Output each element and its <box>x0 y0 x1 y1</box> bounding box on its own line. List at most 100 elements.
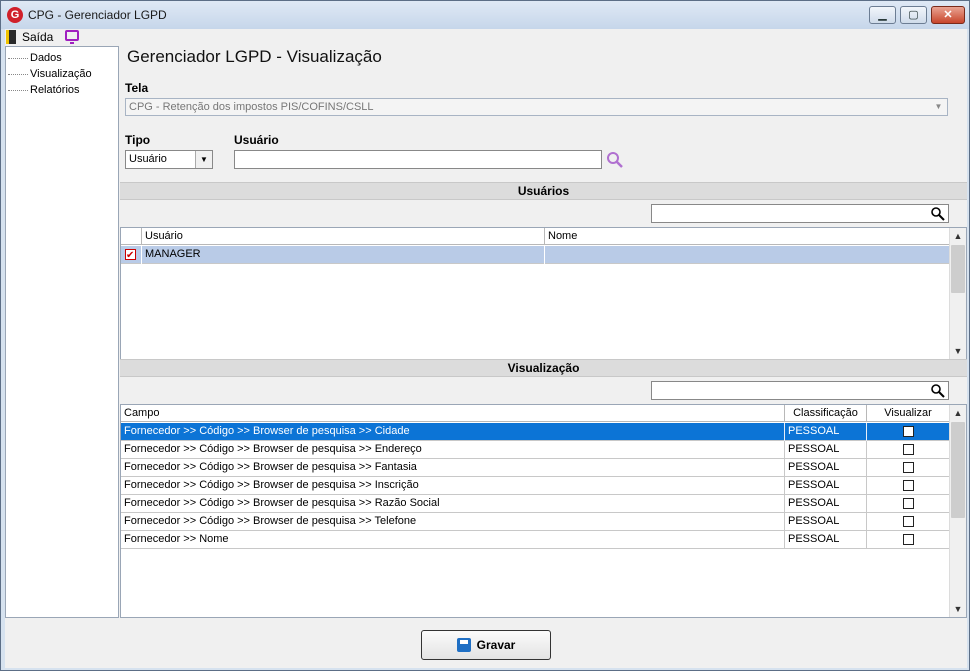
table-row[interactable]: Fornecedor >> Código >> Browser de pesqu… <box>121 459 950 477</box>
tree-branch-line <box>8 73 28 75</box>
cell-visualizar[interactable] <box>867 459 950 477</box>
cell-visualizar[interactable] <box>867 513 950 531</box>
tipo-label: Tipo <box>125 133 151 147</box>
visualizacao-scrollbar[interactable]: ▲ ▼ <box>949 405 966 617</box>
menu-bar: Saída <box>5 29 967 45</box>
visualizacao-section-header: Visualização <box>120 359 967 377</box>
column-header-nome[interactable]: Nome <box>545 228 950 245</box>
tela-label: Tela <box>125 81 149 95</box>
scroll-down-icon[interactable]: ▼ <box>950 601 966 617</box>
cell-classificacao: PESSOAL <box>785 531 867 549</box>
tree-item-label: Visualização <box>30 68 92 80</box>
visualizacao-grid-header: Campo Classificação Visualizar <box>121 405 950 422</box>
usuario-label: Usuário <box>234 133 279 147</box>
floppy-disk-icon <box>456 638 471 652</box>
table-row[interactable]: Fornecedor >> Código >> Browser de pesqu… <box>121 477 950 495</box>
table-row[interactable]: Fornecedor >> Código >> Browser de pesqu… <box>121 423 950 441</box>
tree-branch-line <box>8 57 28 59</box>
visualizar-checkbox[interactable] <box>902 515 914 527</box>
tree-item-visualizacao[interactable]: Visualização <box>6 66 92 82</box>
visualizar-checkbox[interactable] <box>902 443 914 455</box>
scroll-thumb[interactable] <box>951 245 965 293</box>
chevron-down-icon[interactable]: ▼ <box>930 99 947 115</box>
cell-classificacao: PESSOAL <box>785 513 867 531</box>
cell-classificacao: PESSOAL <box>785 441 867 459</box>
table-row[interactable]: Fornecedor >> Código >> Browser de pesqu… <box>121 495 950 513</box>
scroll-up-icon[interactable]: ▲ <box>950 405 966 421</box>
search-icon[interactable] <box>605 150 625 169</box>
usuarios-scrollbar[interactable]: ▲ ▼ <box>949 228 966 359</box>
column-header-campo[interactable]: Campo <box>121 405 785 422</box>
visualizar-checkbox[interactable] <box>902 533 914 545</box>
save-button[interactable]: Gravar <box>421 630 551 660</box>
app-window: G CPG - Gerenciador LGPD ▁ ▢ ✕ Saída Dad… <box>0 0 970 671</box>
scroll-up-icon[interactable]: ▲ <box>950 228 966 244</box>
save-button-label: Gravar <box>476 638 516 652</box>
cell-classificacao: PESSOAL <box>785 495 867 513</box>
title-bar[interactable]: G CPG - Gerenciador LGPD ▁ ▢ ✕ <box>1 1 969 29</box>
usuario-input[interactable] <box>234 150 602 169</box>
usuarios-section-header: Usuários <box>120 182 967 200</box>
visualizar-checkbox[interactable] <box>902 479 914 491</box>
cell-usuario: MANAGER <box>142 246 545 264</box>
visualizacao-filter-input[interactable] <box>651 381 949 400</box>
tela-select-value: CPG - Retenção dos impostos PIS/COFINS/C… <box>129 101 374 113</box>
cell-campo: Fornecedor >> Código >> Browser de pesqu… <box>121 423 785 441</box>
window-title: CPG - Gerenciador LGPD <box>28 8 167 22</box>
app-logo-icon: G <box>7 7 23 23</box>
usuarios-grid-header: Usuário Nome <box>121 228 950 245</box>
close-button[interactable]: ✕ <box>931 6 965 24</box>
tipo-select-value: Usuário <box>129 153 167 165</box>
scroll-thumb[interactable] <box>951 422 965 518</box>
cell-campo: Fornecedor >> Código >> Browser de pesqu… <box>121 513 785 531</box>
row-checkbox-cell[interactable] <box>121 246 142 264</box>
cell-visualizar[interactable] <box>867 441 950 459</box>
tree-item-relatorios[interactable]: Relatórios <box>6 82 80 98</box>
search-icon[interactable] <box>930 383 946 399</box>
tela-select[interactable]: CPG - Retenção dos impostos PIS/COFINS/C… <box>125 98 948 116</box>
table-row[interactable]: Fornecedor >> Nome PESSOAL <box>121 531 950 549</box>
navigation-tree: Dados Visualização Relatórios <box>5 46 119 618</box>
tipo-select[interactable]: Usuário ▼ <box>125 150 213 169</box>
door-exit-icon <box>6 30 16 44</box>
checkbox-column-header <box>121 228 142 245</box>
table-row[interactable]: Fornecedor >> Código >> Browser de pesqu… <box>121 513 950 531</box>
cell-campo: Fornecedor >> Nome <box>121 531 785 549</box>
table-row[interactable]: MANAGER <box>121 246 950 264</box>
row-checkbox[interactable] <box>125 247 136 264</box>
tree-item-label: Relatórios <box>30 84 80 96</box>
cell-visualizar[interactable] <box>867 477 950 495</box>
usuarios-grid: Usuário Nome MANAGER ▲ ▼ <box>120 227 967 360</box>
tree-item-dados[interactable]: Dados <box>6 50 62 66</box>
visualizar-checkbox[interactable] <box>902 497 914 509</box>
exit-menu-item[interactable]: Saída <box>6 29 53 45</box>
monitor-icon[interactable] <box>65 30 79 44</box>
cell-classificacao: PESSOAL <box>785 459 867 477</box>
visualizacao-grid: Campo Classificação Visualizar Fornecedo… <box>120 404 967 618</box>
cell-campo: Fornecedor >> Código >> Browser de pesqu… <box>121 459 785 477</box>
client-area: Saída Dados Visualização Relatórios Gere… <box>5 29 967 668</box>
table-row[interactable]: Fornecedor >> Código >> Browser de pesqu… <box>121 441 950 459</box>
maximize-button[interactable]: ▢ <box>900 6 927 24</box>
cell-campo: Fornecedor >> Código >> Browser de pesqu… <box>121 477 785 495</box>
exit-label: Saída <box>22 30 54 44</box>
page-title: Gerenciador LGPD - Visualização <box>127 47 382 66</box>
column-header-classificacao[interactable]: Classificação <box>785 405 867 422</box>
tree-item-label: Dados <box>30 52 62 64</box>
minimize-button[interactable]: ▁ <box>869 6 896 24</box>
cell-nome <box>545 246 950 264</box>
cell-visualizar[interactable] <box>867 423 950 441</box>
column-header-visualizar[interactable]: Visualizar <box>867 405 950 422</box>
visualizar-checkbox[interactable] <box>902 461 914 473</box>
column-header-usuario[interactable]: Usuário <box>142 228 545 245</box>
cell-campo: Fornecedor >> Código >> Browser de pesqu… <box>121 495 785 513</box>
usuarios-filter-input[interactable] <box>651 204 949 223</box>
chevron-down-icon[interactable]: ▼ <box>195 151 212 168</box>
cell-visualizar[interactable] <box>867 495 950 513</box>
cell-classificacao: PESSOAL <box>785 477 867 495</box>
cell-visualizar[interactable] <box>867 531 950 549</box>
scroll-down-icon[interactable]: ▼ <box>950 343 966 359</box>
visualizar-checkbox[interactable] <box>902 425 914 437</box>
search-icon[interactable] <box>930 206 946 222</box>
cell-campo: Fornecedor >> Código >> Browser de pesqu… <box>121 441 785 459</box>
